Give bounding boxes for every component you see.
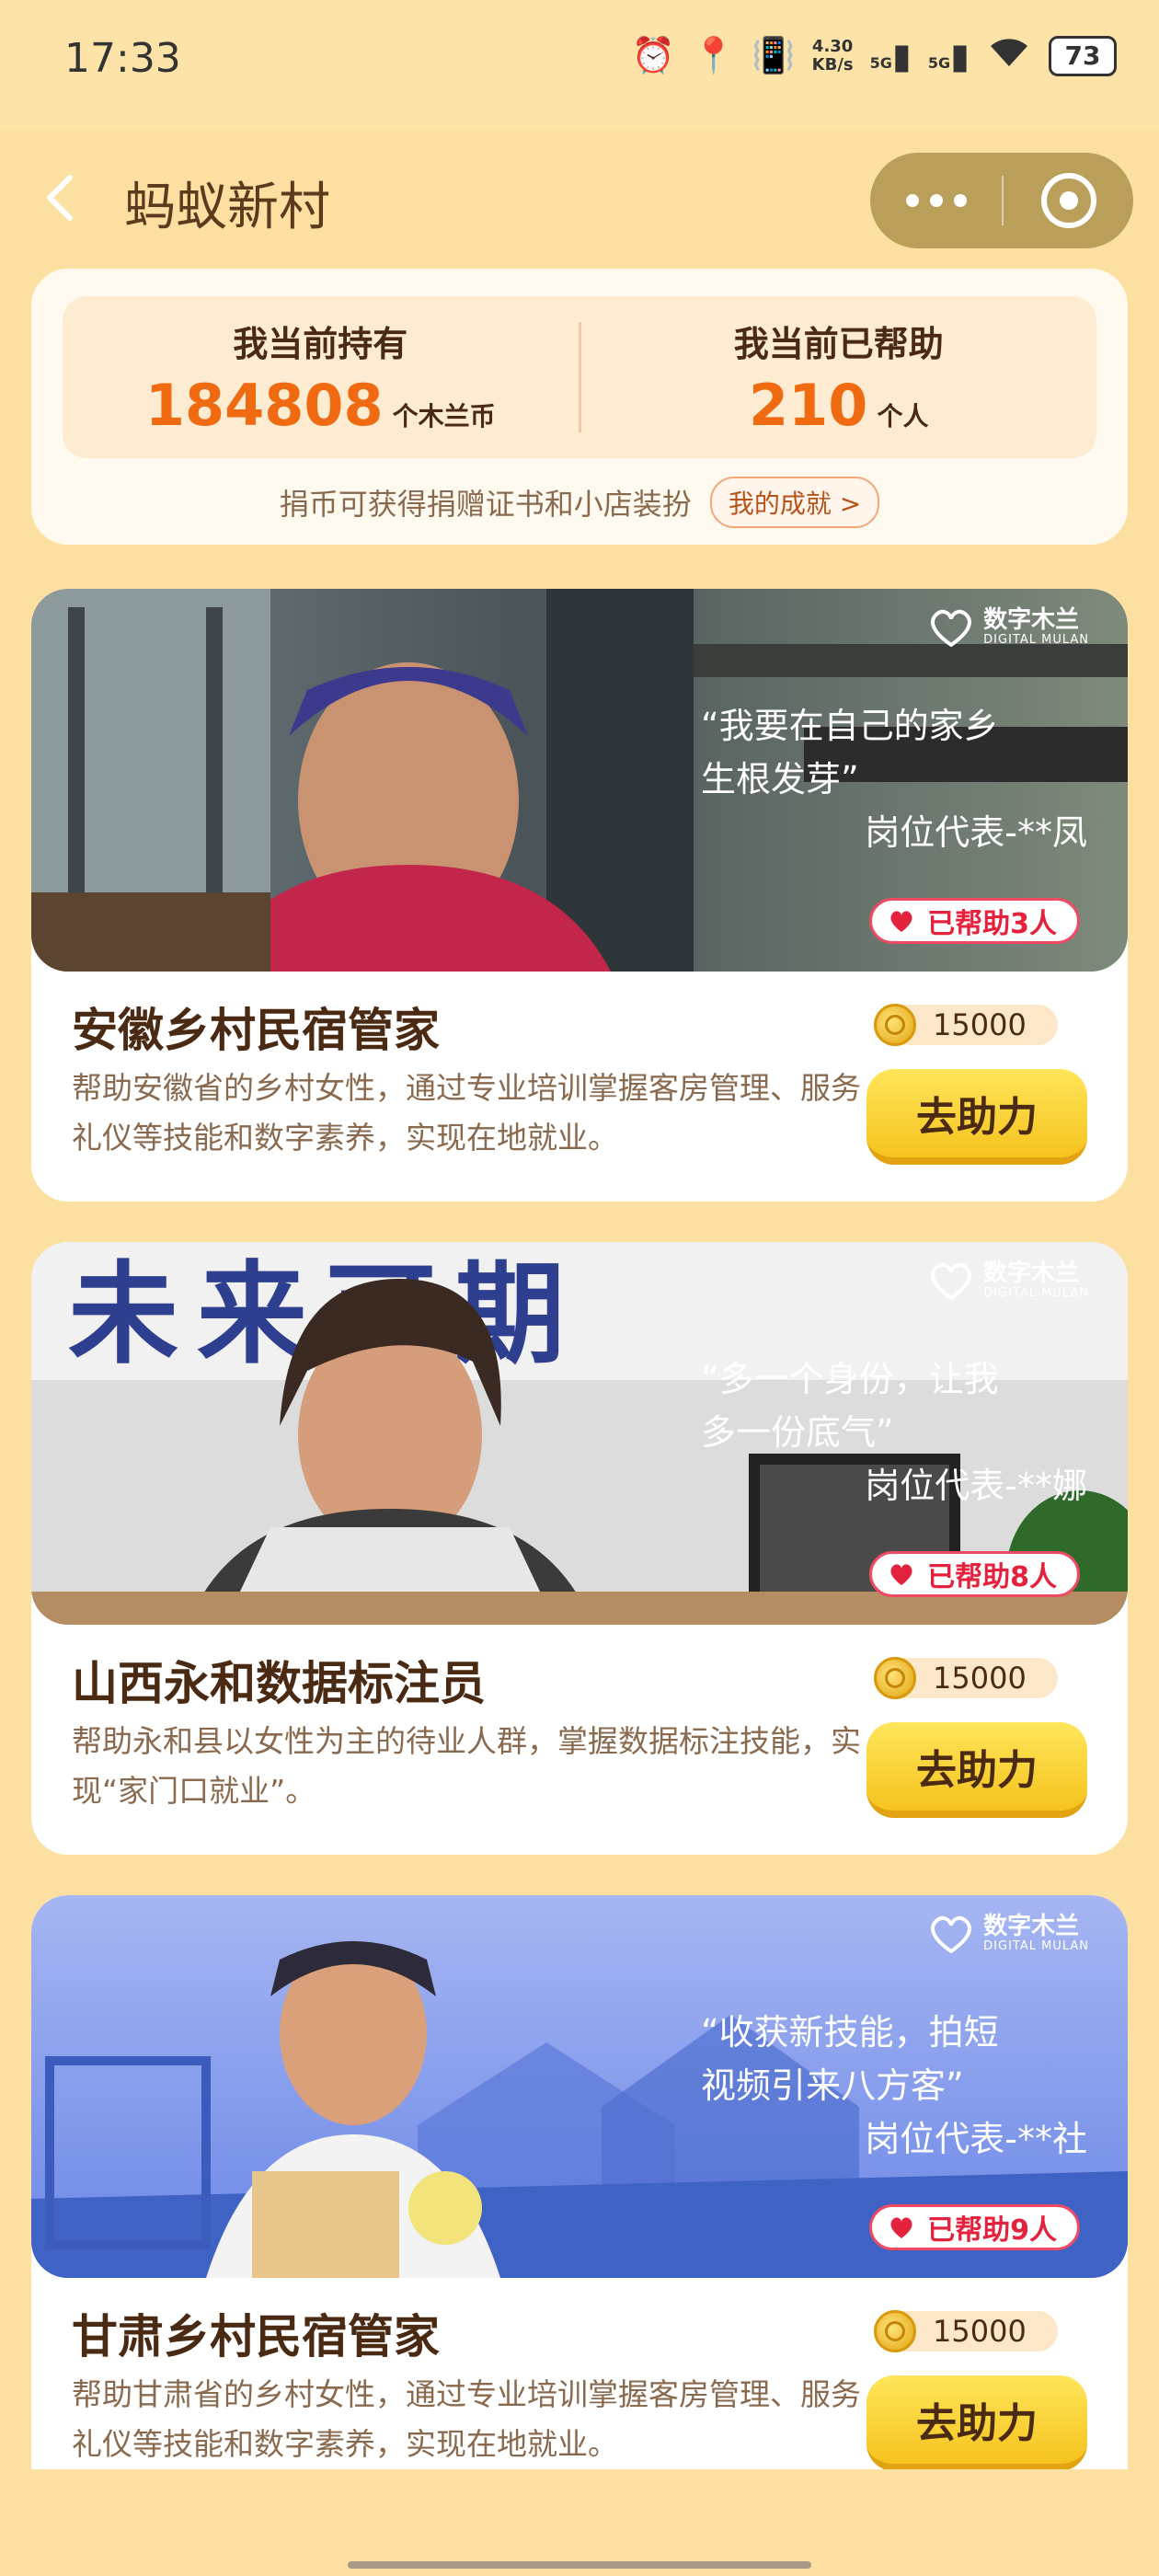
coin-amount: 15000	[933, 1661, 1027, 1696]
mini-program-capsule	[870, 153, 1133, 248]
job-description: 帮助安徽省的乡村女性，通过专业培训掌握客房管理、服务礼仪等技能和数字素养，实现在…	[72, 1070, 861, 1156]
heart-icon	[890, 1564, 912, 1585]
quote-line: “我要在自己的家乡	[701, 706, 999, 746]
testimonial-quote: “多一个身份，让我 多一份底气” 岗位代表-**娜	[701, 1352, 1087, 1512]
holding-label: 我当前持有	[233, 324, 408, 364]
job-representative: 岗位代表-**娜	[865, 1466, 1087, 1506]
net-speed-value: 4.30	[811, 36, 854, 56]
summary-stats: 我当前持有 184808 个木兰币 我当前已帮助 210 个人	[63, 296, 1096, 458]
helped-count: 已帮助3人	[927, 908, 1057, 940]
location-icon: 📍	[692, 35, 736, 75]
coin-amount: 15000	[933, 2314, 1027, 2349]
job-card: 未来可期 数字木兰DIGITAL MULAN “多一个身份，让我 多一份底气” …	[31, 1242, 1128, 1855]
testimonial-quote: “收获新技能，拍短 视频引来八方客” 岗位代表-**社	[701, 2006, 1087, 2166]
net-speed-unit: KB/s	[811, 54, 854, 75]
brand-name: 数字木兰	[983, 606, 1080, 634]
heart-logo-icon	[931, 1262, 972, 1300]
heart-icon	[890, 911, 912, 932]
job-description: 帮助甘肃省的乡村女性，通过专业培训掌握客房管理、服务礼仪等技能和数字素养，实现在…	[72, 2376, 861, 2462]
brand-sub: DIGITAL MULAN	[983, 1939, 1089, 1953]
digital-mulan-logo: 数字木兰 DIGITAL MULAN	[928, 1260, 1089, 1301]
job-title: 山西永和数据标注员	[72, 1657, 486, 1710]
helped-count-badge: 已帮助3人	[869, 898, 1080, 944]
quote-line: 视频引来八方客”	[701, 2065, 964, 2106]
my-achievements-link[interactable]: 我的成就 >	[709, 477, 880, 528]
helped-stat: 我当前已帮助 210 个人	[581, 296, 1097, 458]
back-arrow-icon[interactable]	[35, 170, 90, 225]
helped-count-badge: 已帮助9人	[869, 2204, 1080, 2250]
heart-icon	[890, 2217, 912, 2238]
home-indicator[interactable]	[348, 2561, 811, 2569]
helped-count: 已帮助9人	[927, 2214, 1057, 2247]
signal-icon-2: 5G▮	[927, 35, 970, 76]
heart-logo-icon	[931, 609, 972, 647]
quote-line: 生根发芽”	[701, 759, 859, 799]
signal-icon: 5G▮	[869, 35, 912, 76]
job-photo: 数字木兰 DIGITAL MULAN “收获新技能，拍短 视频引来八方客” 岗位代…	[31, 1895, 1128, 2278]
job-card: 数字木兰 DIGITAL MULAN “收获新技能，拍短 视频引来八方客” 岗位代…	[31, 1895, 1128, 2469]
job-photo: 数字木兰 DIGITAL MULAN “我要在自己的家乡 生根发芽” 岗位代表-*…	[31, 589, 1128, 972]
job-title: 安徽乡村民宿管家	[72, 1004, 440, 1057]
brand-name: 数字木兰	[983, 1259, 1080, 1287]
helped-count-badge: 已帮助8人	[869, 1551, 1080, 1597]
nav-bar: 蚂蚁新村	[0, 129, 1159, 267]
more-dot-icon	[929, 194, 943, 207]
job-representative: 岗位代表-**社	[865, 2119, 1087, 2159]
page-title: 蚂蚁新村	[124, 178, 330, 237]
digital-mulan-logo: 数字木兰 DIGITAL MULAN	[928, 607, 1089, 648]
helped-unit: 个人	[877, 401, 929, 431]
status-bar: 17:33 ⏰ 📍 📳 4.30 KB/s 5G▮ 5G▮ 73	[0, 0, 1159, 129]
coin-cost-tag: 15000	[874, 1657, 1058, 1699]
status-time: 17:33	[64, 35, 181, 82]
job-representative: 岗位代表-**凤	[865, 812, 1087, 853]
quote-line: “收获新技能，拍短	[701, 2012, 999, 2053]
quote-line: 多一份底气”	[701, 1412, 894, 1453]
more-dot-icon	[905, 194, 919, 207]
coin-icon	[874, 1657, 916, 1699]
coin-amount: 15000	[933, 1007, 1027, 1042]
target-icon	[1040, 173, 1096, 228]
more-button[interactable]	[870, 153, 1002, 248]
more-dot-icon	[953, 194, 967, 207]
coin-icon	[874, 1004, 916, 1046]
sim2-label: 5G	[927, 53, 951, 72]
holding-stat: 我当前持有 184808 个木兰币	[63, 296, 579, 458]
coin-cost-tag: 15000	[874, 2310, 1058, 2352]
battery-indicator: 73	[1049, 35, 1117, 76]
job-card: 数字木兰 DIGITAL MULAN “我要在自己的家乡 生根发芽” 岗位代表-*…	[31, 589, 1128, 1202]
brand-name: 数字木兰	[983, 1913, 1080, 1940]
job-title: 甘肃乡村民宿管家	[72, 2310, 440, 2363]
summary-card: 我当前持有 184808 个木兰币 我当前已帮助 210 个人 捐币可获得捐赠证…	[31, 269, 1128, 545]
helped-value: 210	[749, 372, 868, 439]
status-icons: ⏰ 📍 📳 4.30 KB/s 5G▮ 5G▮ 73	[632, 33, 1117, 78]
coin-cost-tag: 15000	[874, 1004, 1058, 1046]
donation-hint: 捐币可获得捐赠证书和小店装扮	[279, 487, 692, 522]
brand-sub: DIGITAL MULAN	[983, 633, 1089, 647]
close-mini-program-button[interactable]	[1004, 153, 1133, 248]
job-photo: 未来可期 数字木兰DIGITAL MULAN “多一个身份，让我 多一份底气” …	[31, 1242, 1128, 1625]
help-button[interactable]: 去助力	[866, 2375, 1087, 2469]
holding-value: 184808	[144, 372, 384, 439]
holding-unit: 个木兰币	[392, 401, 496, 431]
quote-line: “多一个身份，让我	[701, 1359, 999, 1399]
brand-sub: DIGITAL MULAN	[983, 1286, 1089, 1300]
job-description: 帮助永和县以女性为主的待业人群，掌握数据标注技能，实现“家门口就业”。	[72, 1723, 861, 1809]
sim1-label: 5G	[869, 53, 892, 72]
helped-count: 已帮助8人	[927, 1561, 1057, 1593]
heart-logo-icon	[931, 1915, 972, 1953]
help-button[interactable]: 去助力	[866, 1069, 1087, 1165]
vibrate-icon: 📳	[752, 35, 796, 75]
helped-label: 我当前已帮助	[733, 324, 944, 364]
wifi-icon	[986, 33, 1032, 78]
digital-mulan-logo: 数字木兰 DIGITAL MULAN	[928, 1914, 1089, 1954]
help-button[interactable]: 去助力	[866, 1722, 1087, 1818]
alarm-icon: ⏰	[631, 35, 675, 75]
net-speed: 4.30 KB/s	[811, 36, 854, 75]
testimonial-quote: “我要在自己的家乡 生根发芽” 岗位代表-**凤	[701, 699, 1087, 859]
coin-icon	[874, 2310, 916, 2352]
